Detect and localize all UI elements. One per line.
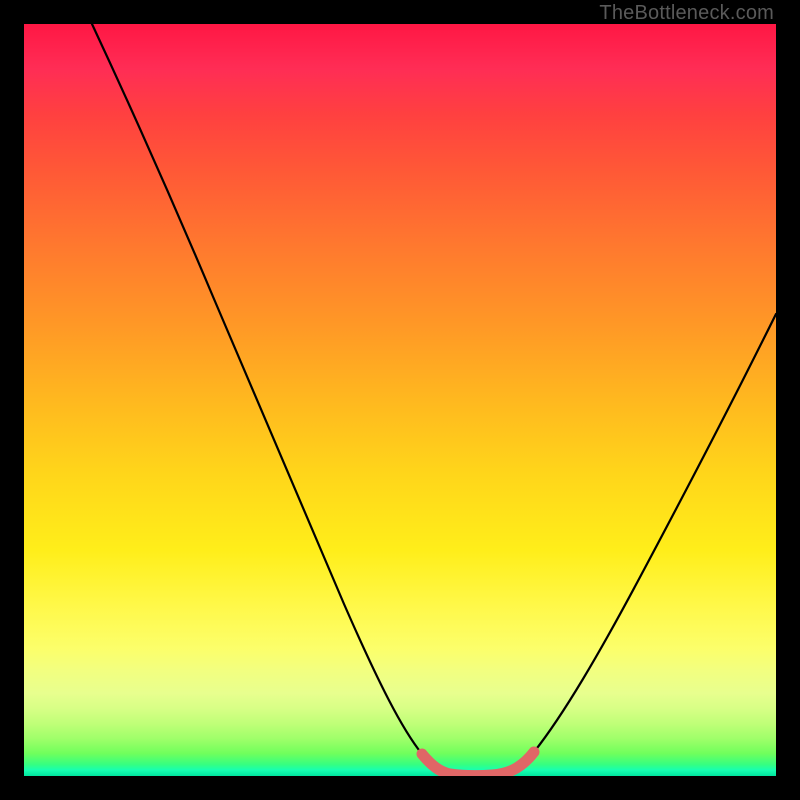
curve-right-icon bbox=[534, 314, 776, 752]
chart-frame: TheBottleneck.com bbox=[0, 0, 800, 800]
curve-bottom-highlight bbox=[422, 752, 534, 776]
attribution-text: TheBottleneck.com bbox=[599, 2, 774, 25]
bottleneck-curve bbox=[24, 24, 776, 776]
curve-left-icon bbox=[92, 24, 422, 754]
plot-area bbox=[24, 24, 776, 776]
